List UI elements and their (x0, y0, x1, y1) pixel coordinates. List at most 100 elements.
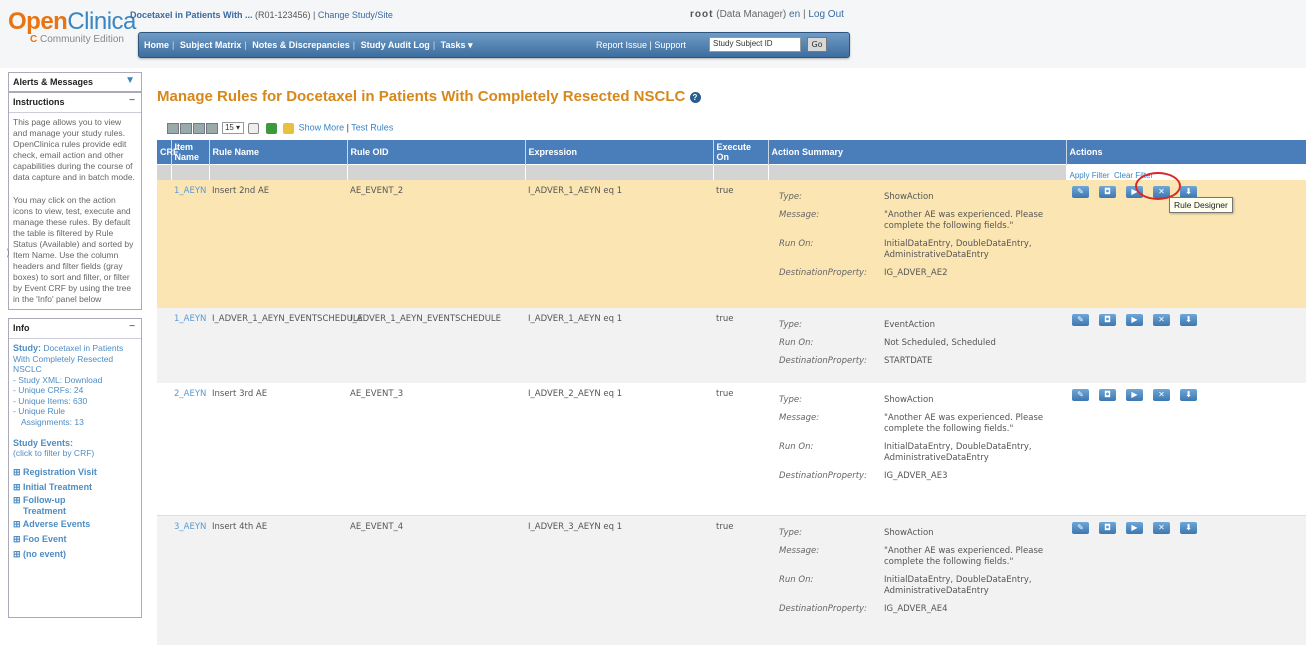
rule-designer-tooltip: Rule Designer (1169, 197, 1233, 213)
summary-value: ShowAction (884, 395, 934, 405)
col-expression[interactable]: Expression (525, 140, 714, 165)
logout-link[interactable]: Log Out (808, 9, 844, 20)
summary-value: "Another AE was experienced. Please comp… (884, 545, 1044, 567)
edit-icon[interactable]: ✎ (1072, 314, 1089, 326)
event-adverse-events[interactable]: ⊞ Adverse Events (13, 517, 137, 532)
summary-value: ShowAction (884, 527, 934, 538)
search-go-button[interactable]: Go (807, 37, 827, 52)
remove-icon[interactable]: ✕ (1153, 389, 1170, 401)
col-rule-oid[interactable]: Rule OID (347, 140, 526, 165)
col-actions[interactable]: Actions (1066, 140, 1306, 165)
event-follow-up[interactable]: ⊞ Follow-up (13, 495, 137, 505)
edit-icon[interactable]: ✎ (1072, 389, 1089, 401)
download-icon[interactable]: ⬇ (1180, 314, 1197, 326)
study-events-label: Study Events: (13, 437, 74, 448)
item-name-link[interactable]: 2_AEYN (171, 383, 209, 516)
execute-on: true (713, 383, 768, 516)
item-name-link[interactable]: 1_AEYN (171, 308, 209, 383)
view-icon[interactable]: ◘ (1099, 389, 1116, 401)
filter-action-summary[interactable] (768, 164, 1067, 180)
page-size-select[interactable]: 15 ▾ (221, 122, 244, 134)
col-rule-name[interactable]: Rule Name (209, 140, 348, 165)
study-events-hint: (click to filter by CRF) (13, 448, 95, 458)
summary-key: Type: (779, 395, 802, 405)
summary-value: EventAction (884, 320, 935, 330)
table-row: 3_AEYN Insert 4th AE AE_EVENT_4 I_ADVER_… (157, 515, 1306, 645)
next-page-icon[interactable] (193, 122, 205, 134)
summary-key: DestinationProperty: (779, 471, 867, 481)
unique-items: - Unique Items: 630 (13, 395, 88, 406)
nav-subject-matrix[interactable]: Subject Matrix (180, 40, 242, 50)
sidebar-resize-handle[interactable]: ) (6, 248, 10, 259)
main-content: Manage Rules for Docetaxel in Patients W… (157, 80, 1306, 645)
filter-rule-name[interactable] (209, 164, 348, 180)
study-xml-link[interactable]: - Study XML: Download (13, 375, 102, 385)
summary-value: "Another AE was experienced. Please comp… (884, 413, 1044, 434)
unique-rule: - Unique Rule (13, 406, 65, 416)
filter-crf[interactable] (157, 164, 172, 180)
nav-notes-discrepancies[interactable]: Notes & Discrepancies (252, 40, 350, 50)
event-registration-visit[interactable]: ⊞ Registration Visit (13, 465, 137, 480)
subject-search-input[interactable]: Study Subject ID (709, 37, 801, 52)
instructions-panel: Instructions − This page allows you to vi… (8, 92, 142, 310)
export-pdf-icon[interactable] (283, 122, 295, 134)
export-csv-icon[interactable] (248, 122, 260, 134)
instructions-text-2: You may click on the action icons to vie… (13, 195, 134, 304)
summary-key: DestinationProperty: (779, 603, 867, 614)
view-icon[interactable]: ◘ (1099, 314, 1116, 326)
last-page-icon[interactable] (206, 122, 218, 134)
download-icon[interactable]: ⬇ (1180, 389, 1197, 401)
export-excel-icon[interactable] (265, 122, 277, 134)
event-initial-treatment[interactable]: ⊞ Initial Treatment (13, 480, 137, 495)
filter-item-name[interactable] (171, 164, 210, 180)
col-action-summary[interactable]: Action Summary (768, 140, 1067, 165)
app-header: OpenClinica C Community Edition Docetaxe… (0, 0, 1306, 68)
edit-icon[interactable]: ✎ (1072, 521, 1089, 534)
remove-icon[interactable]: ✕ (1153, 314, 1170, 326)
change-study-link[interactable]: Change Study/Site (318, 10, 393, 20)
openclinica-logo[interactable]: OpenClinica C Community Edition (8, 8, 136, 45)
view-icon[interactable]: ◘ (1099, 186, 1116, 198)
item-name-link[interactable]: 1_AEYN (171, 180, 209, 308)
help-icon[interactable]: ? (689, 91, 701, 103)
table-row: 1_AEYN I_ADVER_1_AEYN_EVENTSCHEDULE I_AD… (157, 308, 1306, 383)
run-icon[interactable]: ▶ (1126, 389, 1143, 401)
prev-page-icon[interactable] (180, 122, 192, 134)
nav-tasks-menu[interactable]: Tasks ▾ (441, 40, 473, 50)
download-icon[interactable]: ⬇ (1180, 521, 1197, 534)
nav-study-audit-log[interactable]: Study Audit Log (361, 40, 430, 50)
event-no-event[interactable]: ⊞ (no event) (13, 547, 137, 562)
execute-on: true (713, 180, 768, 308)
filter-execute-on[interactable] (713, 164, 769, 180)
action-summary: Type: EventAction Run On: Not Scheduled, S… (768, 308, 1066, 383)
expand-icon[interactable]: ▼ (125, 75, 135, 86)
run-icon[interactable]: ▶ (1126, 521, 1143, 534)
show-more-link[interactable]: Show More (299, 122, 345, 132)
view-icon[interactable]: ◘ (1099, 521, 1116, 534)
edit-icon[interactable]: ✎ (1072, 186, 1089, 198)
event-foo-event[interactable]: ⊞ Foo Event (13, 532, 137, 547)
first-page-icon[interactable] (167, 122, 179, 134)
nav-home[interactable]: Home (144, 40, 169, 50)
support-link[interactable]: Support (654, 40, 686, 50)
summary-value: IG_ADVER_AE4 (884, 603, 948, 614)
remove-icon[interactable]: ✕ (1153, 521, 1170, 534)
item-name-link[interactable]: 3_AEYN (171, 515, 209, 645)
report-issue-link[interactable]: Report Issue (596, 40, 647, 50)
filter-rule-oid[interactable] (347, 164, 526, 180)
logo-open-text: Open (8, 8, 68, 35)
run-icon[interactable]: ▶ (1126, 314, 1143, 326)
event-follow-up-2[interactable]: Treatment (13, 505, 137, 517)
test-rules-link[interactable]: Test Rules (351, 122, 393, 132)
collapse-icon[interactable]: − (129, 321, 135, 332)
col-item-name[interactable]: Item Name (171, 140, 210, 165)
collapse-icon[interactable]: − (129, 95, 135, 106)
rule-name: Insert 3rd AE (209, 383, 347, 516)
col-execute-on[interactable]: Execute On (713, 140, 769, 165)
apply-filter-link[interactable]: Apply Filter (1070, 171, 1110, 180)
filter-expression[interactable] (525, 164, 714, 180)
execute-on: true (713, 308, 768, 383)
language-link[interactable]: en (789, 9, 800, 20)
expression: I_ADVER_1_AEYN eq 1 (525, 308, 713, 383)
col-crf[interactable]: CRF (157, 140, 179, 165)
